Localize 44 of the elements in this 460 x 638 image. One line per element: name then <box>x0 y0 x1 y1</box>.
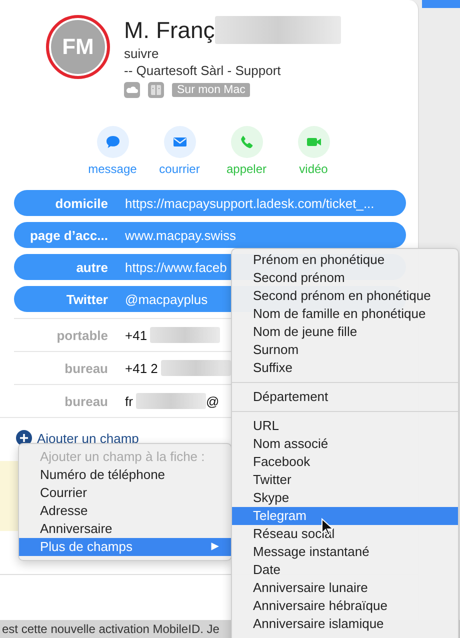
contact-name: M. Franç <box>124 16 215 44</box>
contact-subtitle: suivre <box>124 45 159 62</box>
field-value: fr <box>125 394 133 408</box>
field-value: https://macpaysupport.ladesk.com/ticket_... <box>125 196 374 210</box>
menu-item[interactable]: Plus de champs ▶ <box>19 538 231 556</box>
menu-item[interactable]: Facebook <box>232 453 458 471</box>
menu-item[interactable]: Message instantané <box>232 543 458 561</box>
company-name: -- Quartesoft Sàrl - Support <box>124 62 281 79</box>
menu-item[interactable]: Nom associé <box>232 435 458 453</box>
field-value: www.macpay.swiss <box>125 228 236 242</box>
menu-item[interactable]: Anniversaire <box>19 520 231 538</box>
field-value: @macpayplus <box>125 292 208 306</box>
submenu-arrow-icon: ▶ <box>211 538 231 556</box>
finder-icon <box>148 82 164 98</box>
field-label: Twitter <box>65 292 109 306</box>
menu-item[interactable]: Anniversaire lunaire <box>232 579 458 597</box>
field-value: +41 <box>125 328 148 342</box>
menu-item[interactable]: URL <box>232 417 458 435</box>
menu-item[interactable]: Telegram <box>232 507 458 525</box>
field-label: domicile <box>54 196 109 210</box>
cloud-icon <box>124 82 140 98</box>
menu-item[interactable]: Adresse <box>19 502 231 520</box>
menu-item[interactable]: Date <box>232 561 458 579</box>
menu-item[interactable]: Twitter <box>232 471 458 489</box>
field-label: autre <box>75 260 109 274</box>
field-label: bureau <box>64 394 109 408</box>
menu-item[interactable]: Anniversaire islamique <box>232 615 458 633</box>
field-label: page d’acc... <box>28 228 109 242</box>
speech-bubble-icon <box>104 134 120 150</box>
source-tag: Sur mon Mac <box>172 83 250 97</box>
field-value-end: @ <box>206 394 220 408</box>
menu-item[interactable]: Anniversaire hébraïque <box>232 597 458 615</box>
phone-icon <box>238 134 254 150</box>
menu-item[interactable]: Courrier <box>19 484 231 502</box>
avatar: FM <box>46 15 110 79</box>
field-value: +41 2 <box>125 360 158 376</box>
menu-header: Ajouter un champ à la fiche : <box>39 448 206 466</box>
window-edge-strip <box>422 0 460 8</box>
field-value: https://www.faceb <box>125 260 227 274</box>
field-label: portable <box>56 328 109 342</box>
menu-item[interactable]: Skype <box>232 489 458 507</box>
background-text: est cette nouvelle activation MobileID. Je <box>2 622 220 636</box>
menu-item[interactable]: Numéro de téléphone <box>19 466 231 484</box>
field-label: bureau <box>64 360 109 376</box>
